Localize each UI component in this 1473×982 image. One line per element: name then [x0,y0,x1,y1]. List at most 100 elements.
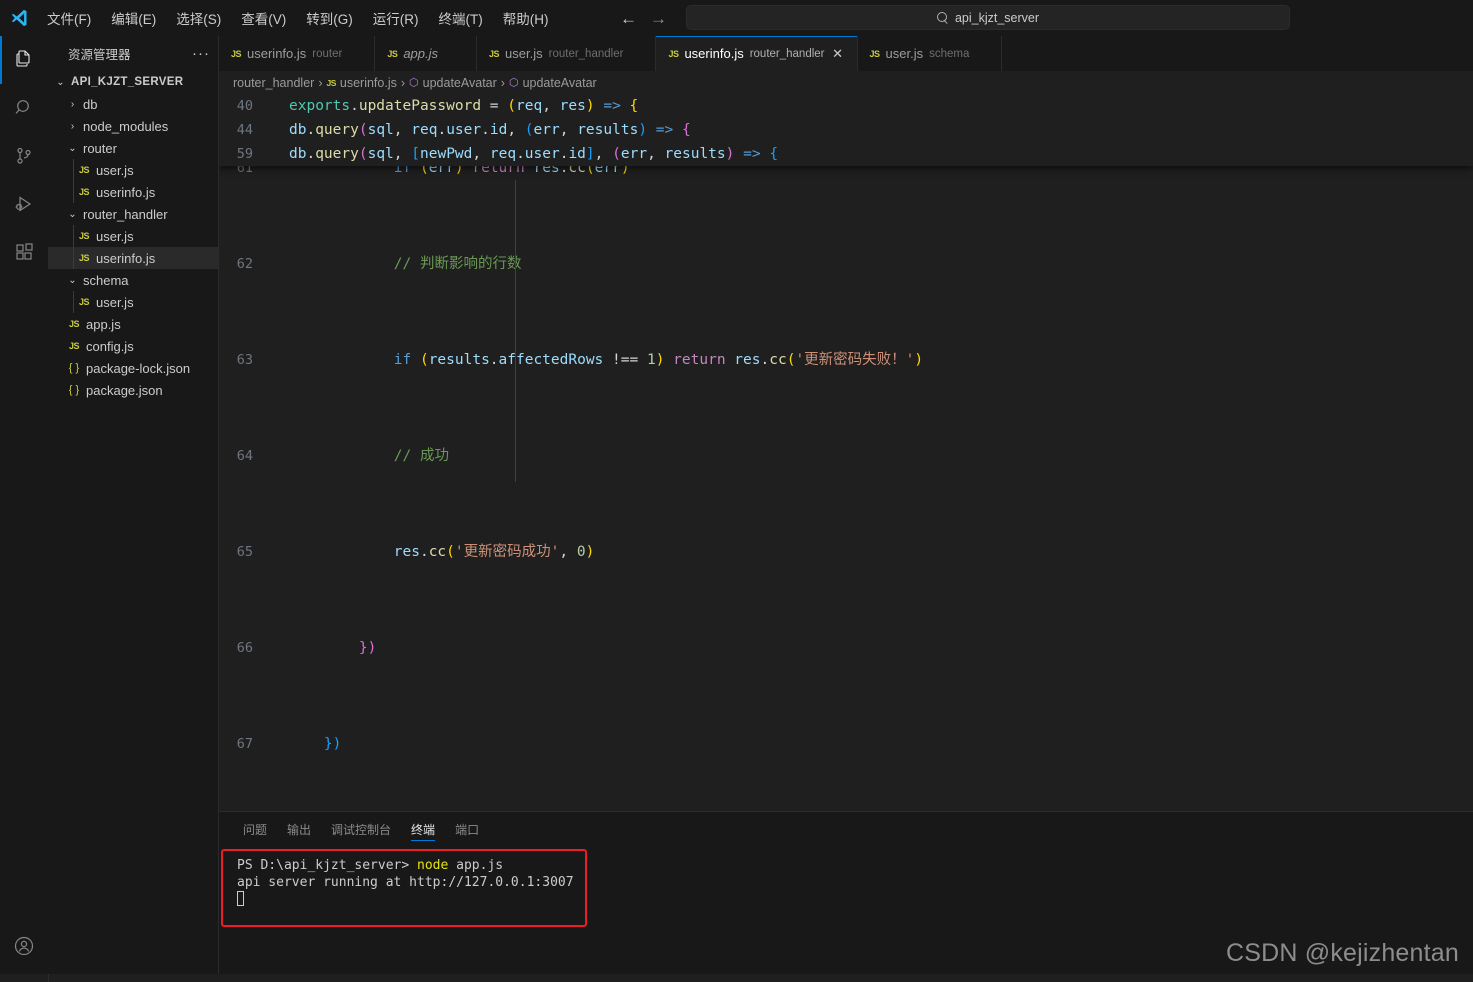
more-actions-icon[interactable]: ··· [192,46,210,61]
terminal-prompt: PS D:\api_kjzt_server> [237,858,418,873]
tree-label: package.json [86,382,163,398]
tree-label: schema [83,272,129,288]
tree-row-router-handler[interactable]: ⌄ router_handler [48,203,218,225]
bottom-edge-divider [48,974,49,982]
tree-row-handler-userinfo-js[interactable]: JS userinfo.js [48,247,218,269]
vscode-window: 文件(F) 编辑(E) 选择(S) 查看(V) 转到(G) 运行(R) 终端(T… [0,0,1473,982]
chevron-down-icon: ⌄ [68,274,77,286]
tree-label: API_KJZT_SERVER [71,76,184,88]
js-file-icon: JS [78,297,90,307]
tab-user-js-router-handler[interactable]: JS user.js router_handler ✕ [477,36,657,71]
explorer-header: 资源管理器 ··· [48,36,218,71]
tree-label: node_modules [83,118,169,134]
breadcrumb-symbol-1[interactable]: ⬡ updateAvatar [409,76,497,90]
sticky-line[interactable]: 40 exports.updatePassword = (req, res) =… [219,94,1473,118]
tab-userinfo-js-router[interactable]: JS userinfo.js router ✕ [219,36,376,71]
line-number: 40 [236,98,253,114]
tree-row-router[interactable]: ⌄ router [48,137,218,159]
terminal-command: node [417,858,449,873]
tab-terminal[interactable]: 终端 [401,812,445,847]
sidebar-item-explorer[interactable] [0,36,48,84]
menu-run[interactable]: 运行(R) [364,5,428,31]
chevron-down-icon: ⌄ [68,208,77,220]
tab-description: schema [929,47,970,60]
bottom-edge-strip [0,974,1473,982]
terminal-cursor-line [237,891,585,908]
tree-row-db[interactable]: › db [48,93,218,115]
search-icon [936,11,949,24]
close-icon[interactable]: ✕ [450,46,464,62]
menu-goto[interactable]: 转到(G) [297,5,362,31]
breadcrumb-symbol-2[interactable]: ⬡ updateAvatar [509,76,597,90]
close-icon[interactable]: ✕ [831,46,845,62]
breadcrumb-separator-icon: › [500,75,505,90]
menu-bar: 文件(F) 编辑(E) 选择(S) 查看(V) 转到(G) 运行(R) 终端(T… [38,5,558,31]
menu-file[interactable]: 文件(F) [38,5,100,31]
tree-row-handler-user-js[interactable]: JS user.js [48,225,218,247]
line-content: }) [289,736,342,752]
tab-userinfo-js-router-handler[interactable]: JS userinfo.js router_handler ✕ [656,36,858,71]
close-icon[interactable]: ✕ [975,46,989,62]
menu-edit[interactable]: 编辑(E) [102,5,165,31]
menu-view[interactable]: 查看(V) [232,5,295,31]
code-editor[interactable]: 61 if (err) return res.cc(err) 62 // 判断影… [219,94,1473,811]
line-content: // 判断影响的行数 [289,256,522,272]
tree-row-app-js[interactable]: JS app.js [48,313,218,335]
line-number: 59 [236,146,253,162]
tree-label: router_handler [83,206,168,222]
terminal-area[interactable]: PS D:\api_kjzt_server> node app.js api s… [219,847,1473,982]
js-file-icon: JS [869,48,881,59]
js-file-icon: JS [668,48,679,59]
extensions-icon [16,243,33,260]
sticky-line[interactable]: 44 db.query(sql, req.user.id, (err, resu… [219,118,1473,142]
line-content: res.cc('更新密码成功', 0) [289,544,595,560]
tree-row-package-lock-json[interactable]: { } package-lock.json [48,357,218,379]
close-icon[interactable]: ✕ [348,46,362,62]
tree-row-schema-user-js[interactable]: JS user.js [48,291,218,313]
line-number: 64 [236,448,253,464]
chevron-down-icon: ⌄ [68,142,77,154]
tab-output[interactable]: 输出 [277,812,321,847]
sticky-line[interactable]: 59 db.query(sql, [newPwd, req.user.id], … [219,142,1473,166]
tab-app-js[interactable]: JS app.js ✕ [375,36,478,71]
chevron-right-icon: › [70,120,75,132]
menu-selection[interactable]: 选择(S) [167,5,230,31]
js-file-icon: JS [78,231,90,241]
tab-description: router [312,47,343,60]
tree-row-root[interactable]: ⌄ API_KJZT_SERVER [48,71,218,93]
tree-row-schema[interactable]: ⌄ schema [48,269,218,291]
go-back-button[interactable]: ← [620,10,637,27]
tree-label: user.js [96,162,134,178]
breadcrumb-label: userinfo.js [339,75,397,90]
js-file-icon: JS [326,77,336,88]
breadcrumb-file[interactable]: JS userinfo.js [326,76,396,90]
sidebar-item-run-and-debug[interactable] [0,180,48,228]
tree-row-router-userinfo-js[interactable]: JS userinfo.js [48,181,218,203]
menu-help[interactable]: 帮助(H) [494,5,558,31]
js-file-icon: JS [68,341,80,351]
breadcrumb-folder[interactable]: router_handler [233,76,314,90]
tree-label: package-lock.json [86,360,191,376]
sidebar-item-source-control[interactable] [0,132,48,180]
close-icon[interactable]: ✕ [629,46,643,62]
line-content: db.query(sql, [newPwd, req.user.id], (er… [289,146,779,162]
account-icon[interactable] [0,922,48,970]
tree-row-node-modules[interactable]: › node_modules [48,115,218,137]
tab-debug-console[interactable]: 调试控制台 [321,812,401,847]
code-line: 65 res.cc('更新密码成功', 0) [219,540,1473,564]
menu-terminal[interactable]: 终端(T) [430,5,492,31]
code-line: 63 if (results.affectedRows !== 1) retur… [219,348,1473,372]
tree-label: app.js [86,316,121,332]
tree-row-router-user-js[interactable]: JS user.js [48,159,218,181]
go-forward-button[interactable]: → [650,10,667,27]
tree-row-package-json[interactable]: { } package.json [48,379,218,401]
tab-user-js-schema[interactable]: JS user.js schema ✕ [857,36,1003,71]
tab-ports[interactable]: 端口 [445,812,489,847]
sidebar-item-search[interactable] [0,84,48,132]
command-center[interactable]: api_kjzt_server [686,5,1290,30]
tab-problems[interactable]: 问题 [233,812,277,847]
terminal-cursor [237,891,244,906]
line-number: 63 [236,352,253,368]
sidebar-item-extensions[interactable] [0,228,48,276]
tree-row-config-js[interactable]: JS config.js [48,335,218,357]
